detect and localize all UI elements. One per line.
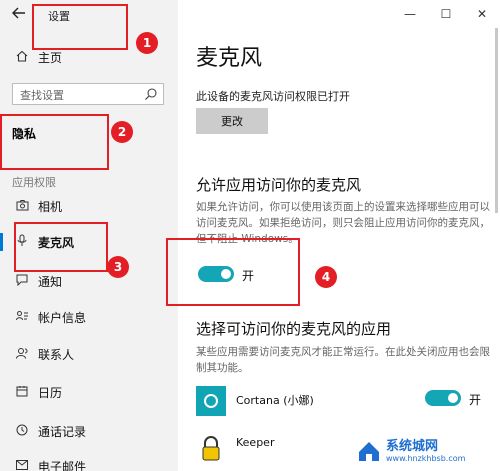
close-button[interactable]: ✕ bbox=[464, 0, 500, 28]
group-label-app-permissions: 应用权限 bbox=[12, 176, 56, 189]
app-name-keeper: Keeper bbox=[236, 436, 275, 449]
keeper-app-icon bbox=[196, 432, 226, 462]
allow-access-heading: 允许应用访问你的麦克风 bbox=[196, 176, 362, 194]
annotation-box-3 bbox=[14, 222, 108, 272]
active-indicator bbox=[0, 233, 3, 251]
toggle-knob bbox=[448, 393, 458, 403]
annotation-box-1 bbox=[32, 4, 128, 50]
sidebar-item-label: 通话记录 bbox=[38, 424, 87, 439]
sidebar-item-label: 日历 bbox=[38, 385, 63, 400]
account-info-icon bbox=[12, 310, 32, 324]
search-icon[interactable] bbox=[144, 86, 158, 100]
watermark-url: www.hnzkhbsb.com bbox=[386, 453, 466, 463]
sidebar-item-email[interactable]: 电子邮件 bbox=[0, 453, 178, 471]
email-icon bbox=[12, 459, 32, 471]
watermark: 系统城网 www.hnzkhbsb.com bbox=[356, 435, 494, 467]
call-history-icon bbox=[12, 424, 32, 439]
window-controls: — ☐ ✕ bbox=[392, 0, 500, 28]
main-content: — ☐ ✕ 麦克风 此设备的麦克风访问权限已打开 更改 允许应用访问你的麦克风 … bbox=[178, 0, 500, 471]
sidebar-item-label: 通知 bbox=[38, 274, 63, 289]
sidebar-item-account-info[interactable]: 帐户信息 bbox=[0, 304, 178, 330]
watermark-logo-icon bbox=[356, 438, 382, 464]
sidebar-item-label: 电子邮件 bbox=[38, 459, 87, 471]
scrollbar[interactable] bbox=[495, 28, 498, 213]
change-button[interactable]: 更改 bbox=[196, 108, 268, 134]
sidebar-item-label: 帐户信息 bbox=[38, 310, 87, 325]
calendar-icon bbox=[12, 385, 32, 400]
sidebar-item-label: 相机 bbox=[38, 199, 63, 214]
home-icon bbox=[12, 50, 32, 65]
annotation-badge-4: 4 bbox=[315, 266, 337, 288]
sidebar-item-camera[interactable]: 相机 bbox=[0, 193, 178, 219]
annotation-box-2 bbox=[0, 114, 109, 170]
annotation-badge-3: 3 bbox=[107, 256, 129, 278]
cortana-app-icon bbox=[196, 386, 226, 416]
access-status-text: 此设备的麦克风访问权限已打开 bbox=[196, 90, 350, 103]
maximize-button[interactable]: ☐ bbox=[428, 0, 464, 28]
sidebar-item-calendar[interactable]: 日历 bbox=[0, 379, 178, 405]
minimize-button[interactable]: — bbox=[392, 0, 428, 28]
annotation-badge-2: 2 bbox=[111, 121, 133, 143]
annotation-box-4 bbox=[166, 238, 300, 306]
page-title: 麦克风 bbox=[196, 46, 263, 71]
search-placeholder: 查找设置 bbox=[20, 89, 64, 102]
notification-icon bbox=[12, 274, 32, 289]
watermark-text: 系统城网 www.hnzkhbsb.com bbox=[386, 439, 465, 464]
contacts-icon bbox=[12, 347, 32, 362]
sidebar-item-contacts[interactable]: 联系人 bbox=[0, 341, 178, 367]
choose-apps-description: 某些应用需要访问麦克风才能正常运行。在此处关闭应用也会限制其功能。 bbox=[196, 346, 490, 374]
watermark-title: 系统城网 bbox=[386, 438, 439, 454]
annotation-badge-1: 1 bbox=[136, 32, 158, 54]
choose-apps-heading: 选择可访问你的麦克风的应用 bbox=[196, 320, 392, 338]
cortana-toggle-state: 开 bbox=[469, 393, 482, 407]
search-input[interactable]: 查找设置 bbox=[12, 83, 164, 105]
cortana-toggle[interactable] bbox=[425, 390, 461, 406]
sidebar-item-label: 主页 bbox=[38, 50, 63, 65]
back-arrow-icon[interactable] bbox=[10, 6, 28, 24]
sidebar-item-call-history[interactable]: 通话记录 bbox=[0, 418, 178, 444]
camera-icon bbox=[12, 199, 32, 214]
app-name-cortana: Cortana (小娜) bbox=[236, 394, 314, 407]
sidebar-item-label: 联系人 bbox=[38, 347, 75, 362]
